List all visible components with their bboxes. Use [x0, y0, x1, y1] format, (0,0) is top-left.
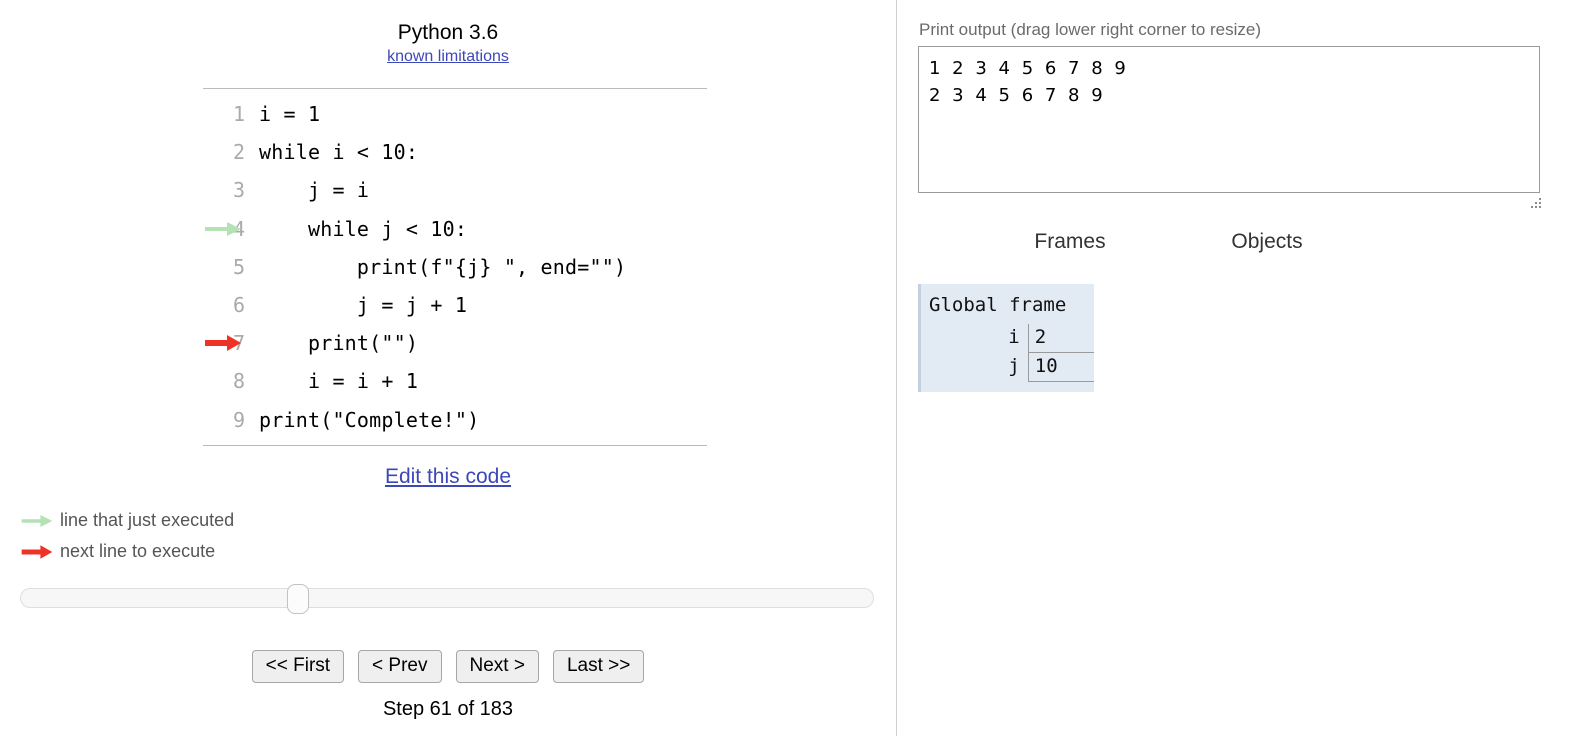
line-source: while i < 10:	[259, 140, 419, 165]
execution-arrow-slot	[203, 133, 249, 171]
code-line[interactable]: 4 while j < 10:	[203, 210, 707, 248]
code-line[interactable]: 9 print("Complete!")	[203, 401, 707, 439]
global-frame-variables: i 2 j 10	[921, 324, 1094, 382]
execution-arrow-slot	[203, 171, 249, 209]
line-source: while j < 10:	[259, 216, 468, 241]
just-executed-arrow-icon	[20, 513, 60, 529]
print-output-box[interactable]: 1 2 3 4 5 6 7 8 9 2 3 4 5 6 7 8 9	[918, 46, 1540, 193]
known-limitations-link[interactable]: known limitations	[387, 47, 509, 67]
visualization-right-panel: Print output (drag lower right corner to…	[897, 0, 1577, 736]
variable-name: j	[1008, 355, 1020, 377]
variable-value: 10	[1027, 352, 1094, 382]
line-source: print(f"{j} ", end="")	[259, 254, 627, 279]
line-source: print("Complete!")	[259, 407, 480, 432]
execution-arrow-slot	[203, 248, 249, 286]
prev-button[interactable]: < Prev	[358, 650, 442, 683]
edit-this-code-link[interactable]: Edit this code	[385, 465, 511, 488]
legend-label-next: next line to execute	[60, 541, 216, 561]
slider-handle[interactable]	[287, 584, 309, 614]
code-line[interactable]: 5 print(f"{j} ", end="")	[203, 248, 707, 286]
language-title: Python 3.6	[397, 21, 499, 44]
code-line[interactable]: 1 i = 1	[203, 95, 707, 133]
execution-arrow-slot	[203, 401, 249, 439]
last-button[interactable]: Last >>	[552, 650, 645, 683]
language-header: Python 3.6 known limitations	[0, 20, 896, 67]
line-source: j = j + 1	[259, 293, 468, 318]
line-source: j = i	[259, 178, 370, 203]
code-line[interactable]: 8 i = i + 1	[203, 362, 707, 400]
print-output-text: 1 2 3 4 5 6 7 8 9 2 3 4 5 6 7 8 9	[929, 58, 1129, 106]
legend-row-next: next line to execute	[20, 536, 234, 567]
code-line[interactable]: 3 j = i	[203, 171, 707, 209]
step-counter: Step 61 of 183	[382, 698, 514, 720]
next-button[interactable]: Next >	[455, 650, 539, 683]
navigation-buttons: << First < Prev Next > Last >>	[0, 650, 896, 683]
next-line-arrow-icon	[20, 544, 60, 560]
just-executed-arrow-icon	[205, 221, 241, 236]
variable-value: 2	[1027, 324, 1094, 353]
line-source: i = 1	[259, 102, 321, 127]
legend-row-executed: line that just executed	[20, 505, 234, 536]
code-line[interactable]: 2 while i < 10:	[203, 133, 707, 171]
variable-row: i 2	[921, 324, 1094, 353]
code-display: 1 i = 1 2 while i < 10: 3 j = i 4 while …	[203, 88, 707, 446]
execution-step-slider[interactable]	[20, 584, 874, 614]
legend-label-executed: line that just executed	[60, 510, 235, 530]
variable-row: j 10	[921, 352, 1094, 382]
execution-arrow-slot	[203, 286, 249, 324]
global-frame-title: Global frame	[929, 294, 1067, 316]
execution-arrow-slot	[203, 95, 249, 133]
execution-legend: line that just executed next line to exe…	[20, 505, 234, 567]
line-source: i = i + 1	[259, 369, 419, 394]
resize-handle-icon[interactable]	[1529, 196, 1543, 210]
execution-arrow-slot	[203, 210, 249, 248]
column-headings: Frames Objects	[897, 230, 1577, 260]
objects-heading: Objects	[1231, 230, 1303, 253]
edit-code-row: Edit this code	[0, 465, 896, 489]
code-line[interactable]: 6 j = j + 1	[203, 286, 707, 324]
code-line[interactable]: 7 print("")	[203, 324, 707, 362]
next-line-arrow-icon	[205, 335, 241, 352]
variable-name: i	[1008, 326, 1020, 349]
code-visualizer-left-panel: Python 3.6 known limitations 1 i = 1 2 w…	[0, 0, 896, 736]
execution-arrow-slot	[203, 362, 249, 400]
global-frame: Global frame i 2 j 10	[918, 284, 1094, 392]
line-source: print("")	[259, 331, 419, 356]
first-button[interactable]: << First	[251, 650, 345, 683]
execution-arrow-slot	[203, 324, 249, 362]
frames-heading: Frames	[1034, 230, 1106, 253]
print-output-label: Print output (drag lower right corner to…	[919, 20, 1262, 39]
